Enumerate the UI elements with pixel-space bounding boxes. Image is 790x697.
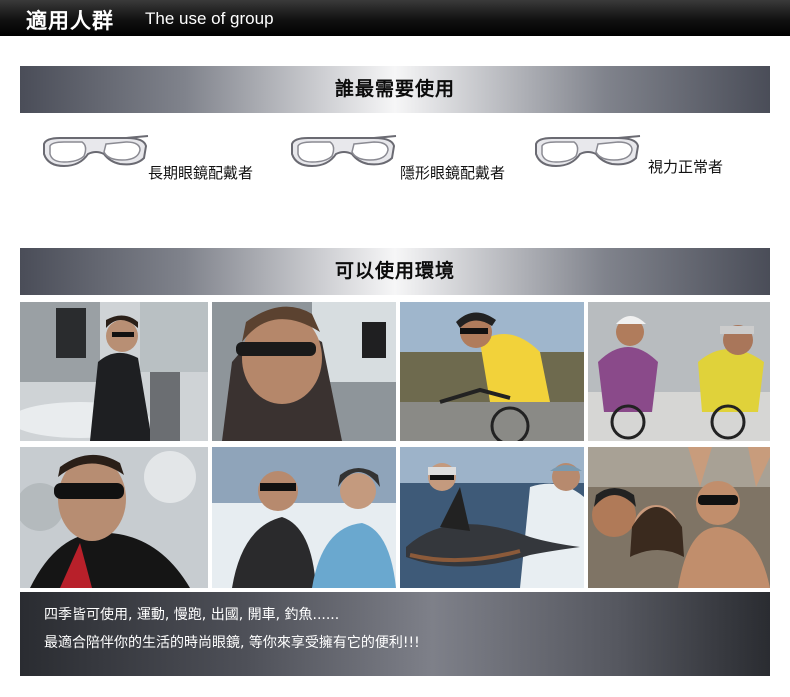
photo-fishing-marlin bbox=[400, 447, 584, 588]
glasses-row: 長期眼鏡配戴者 隱形眼鏡配戴者 視力正常者 bbox=[20, 124, 770, 194]
page-header: 適用人群 The use of group bbox=[0, 0, 790, 36]
glasses-label-normal-vision: 視力正常者 bbox=[648, 158, 724, 176]
section-who-title: 誰最需要使用 bbox=[334, 78, 455, 100]
section-where-title: 可以使用環境 bbox=[334, 260, 455, 282]
photo-cycling-yellow bbox=[400, 302, 584, 441]
photo-skiing-portrait bbox=[20, 447, 208, 588]
glasses-icon bbox=[535, 135, 641, 168]
header-title-zh: 適用人群 bbox=[26, 9, 114, 33]
glasses-icon bbox=[43, 135, 149, 168]
glasses-label-contact-lens: 隱形眼鏡配戴者 bbox=[400, 164, 506, 182]
section-who-banner: 誰最需要使用 bbox=[20, 66, 770, 113]
section-where-banner: 可以使用環境 bbox=[20, 248, 770, 295]
photo-snow-couple bbox=[212, 447, 396, 588]
photo-driving-car bbox=[212, 302, 396, 441]
photo-cycling-group bbox=[588, 302, 770, 441]
glasses-label-long-term: 長期眼鏡配戴者 bbox=[148, 164, 254, 182]
header-title-en: The use of group bbox=[145, 9, 274, 28]
footer-line-1: 四季皆可使用, 運動, 慢跑, 出國, 開車, 釣魚...... bbox=[44, 607, 340, 623]
footer-banner: 四季皆可使用, 運動, 慢跑, 出國, 開車, 釣魚...... 最適合陪伴你的… bbox=[20, 592, 770, 676]
photo-beach-party bbox=[588, 447, 770, 588]
photo-grid bbox=[20, 302, 770, 588]
glasses-icon bbox=[291, 135, 397, 168]
footer-line-2: 最適合陪伴你的生活的時尚眼鏡, 等你來享受擁有它的便利!!! bbox=[44, 635, 420, 651]
photo-driving-convertible bbox=[20, 302, 208, 441]
